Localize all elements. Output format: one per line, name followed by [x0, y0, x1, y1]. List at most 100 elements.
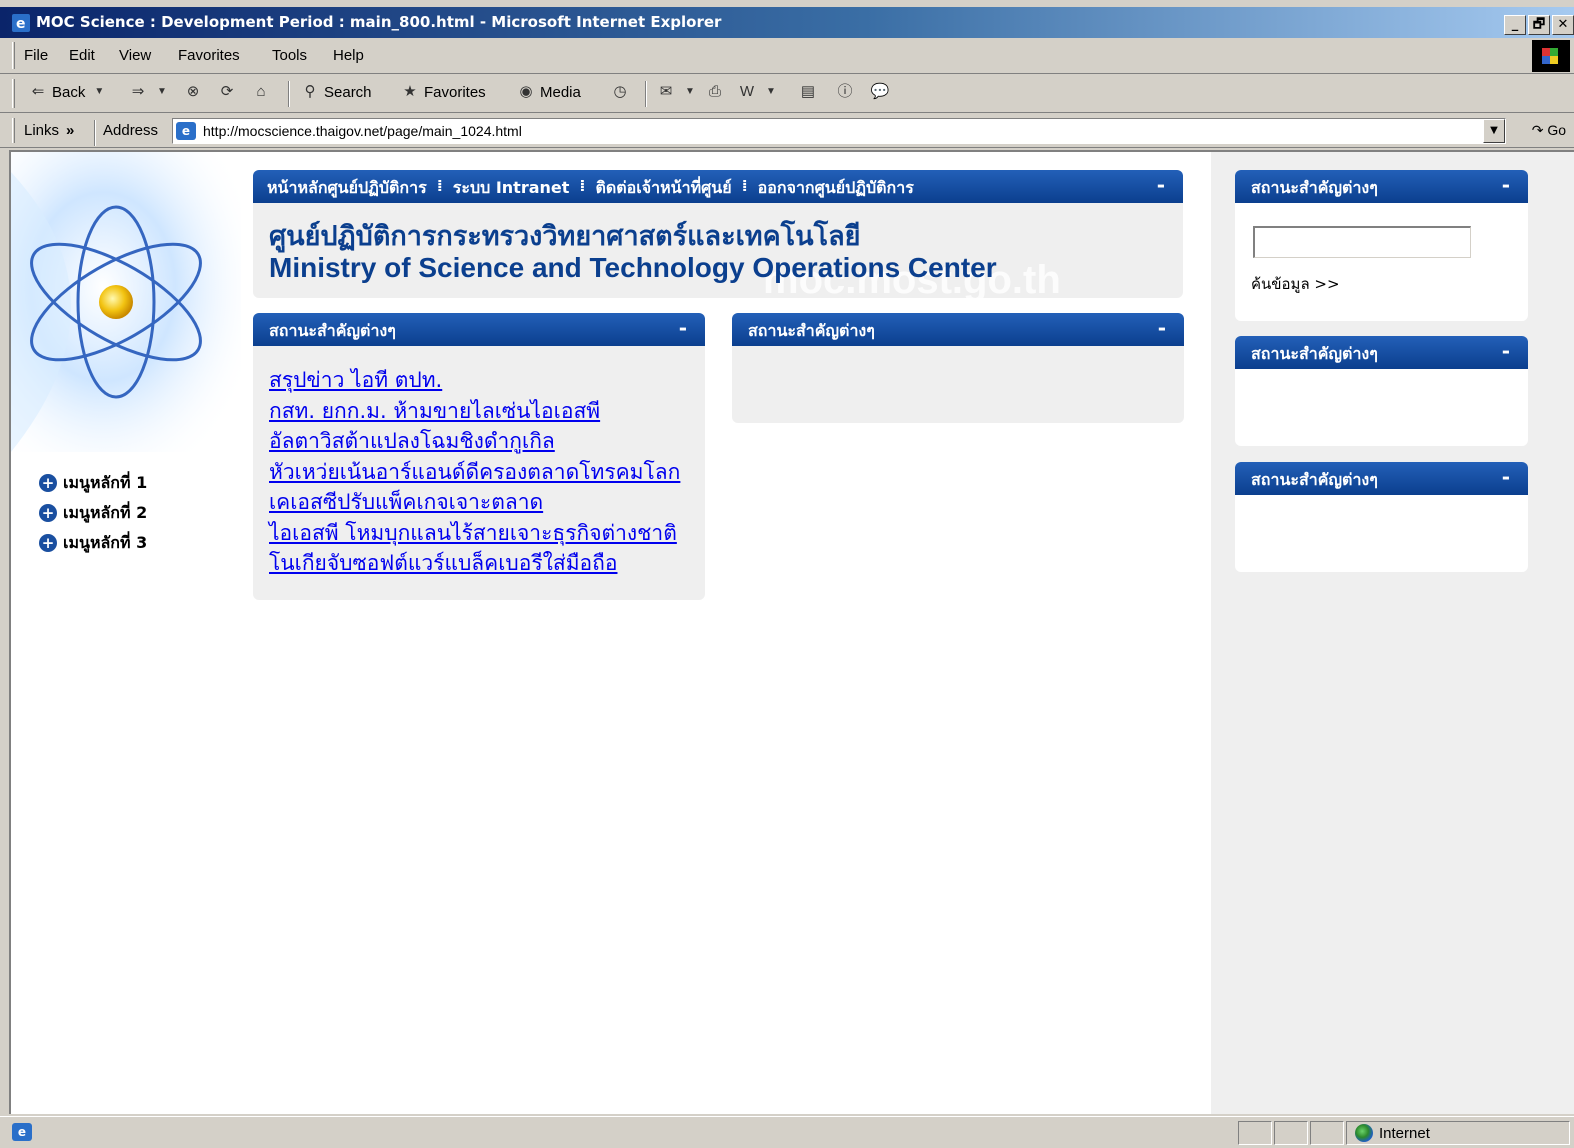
left-menu-item-2[interactable]: + เมนูหลักที่ 2	[39, 498, 147, 528]
status-cell	[1238, 1121, 1272, 1145]
news-link[interactable]: เคเอสซีปรับแพ็คเกจเจาะตลาด	[269, 487, 680, 518]
ie-logo-icon: e	[12, 14, 30, 32]
favorites-label: Favorites	[424, 83, 486, 101]
print-button[interactable]: ⎙	[705, 82, 725, 102]
news-link[interactable]: สรุปข่าว ไอที ตปท.	[269, 365, 680, 396]
nav-logout-link[interactable]: ออกจากศูนย์ปฏิบัติการ	[758, 176, 914, 201]
status-panel-title: สถานะสำคัญต่างๆ	[748, 321, 875, 340]
left-menu: + เมนูหลักที่ 1 + เมนูหลักที่ 2 + เมนูหล…	[39, 468, 147, 558]
nav-divider: ⁞	[741, 176, 748, 195]
minimize-panel-button[interactable]: -	[1502, 465, 1510, 489]
svg-text:e: e	[16, 16, 26, 32]
links-chevron-icon[interactable]: »	[66, 122, 74, 139]
forward-arrow-icon: ⇒	[131, 83, 145, 100]
mail-button[interactable]: ✉ ▼	[656, 82, 700, 102]
media-button[interactable]: ◉ Media	[516, 82, 581, 102]
refresh-icon: ⟳	[220, 83, 234, 100]
minimize-panel-button[interactable]: -	[1502, 173, 1510, 197]
status-panel-center: สถานะสำคัญต่างๆ -	[732, 313, 1184, 423]
minimize-panel-button[interactable]: -	[1157, 173, 1165, 197]
left-menu-item-3[interactable]: + เมนูหลักที่ 3	[39, 528, 147, 558]
go-button[interactable]: ↷ Go	[1532, 122, 1566, 139]
discuss-button[interactable]: ▤	[798, 82, 818, 102]
top-nav-bar: หน้าหลักศูนย์ปฏิบัติการ ⁞ ระบบ Intranet …	[253, 170, 1183, 203]
back-button[interactable]: ⇐ Back ▼	[28, 82, 109, 102]
history-icon: ◷	[613, 83, 627, 100]
search-panel-title: สถานะสำคัญต่างๆ	[1251, 178, 1378, 197]
plus-icon: +	[39, 474, 57, 492]
title-bar: e MOC Science : Development Period : mai…	[0, 7, 1574, 38]
search-input[interactable]	[1253, 226, 1471, 258]
news-link[interactable]: ไอเอสพี โหมบุกแลนไร้สายเจาะธุรกิจต่างชาต…	[269, 518, 680, 549]
window-title: MOC Science : Development Period : main_…	[36, 13, 722, 31]
restore-button[interactable]: 🗗	[1528, 15, 1550, 35]
minimize-panel-button[interactable]: -	[1502, 339, 1510, 363]
left-menu-label: เมนูหลักที่ 3	[63, 532, 148, 552]
mail-icon: ✉	[659, 83, 673, 100]
media-label: Media	[540, 83, 581, 101]
nav-divider: ⁞	[579, 176, 586, 195]
history-button[interactable]: ◷	[610, 82, 630, 102]
printer-icon: ⎙	[708, 83, 721, 100]
ie-page-icon: e	[176, 122, 196, 140]
menu-help[interactable]: Help	[333, 47, 364, 64]
word-icon: W	[739, 83, 755, 100]
globe-icon	[1355, 1124, 1373, 1142]
header-panel: หน้าหลักศูนย์ปฏิบัติการ ⁞ ระบบ Intranet …	[253, 170, 1183, 302]
chevron-down-icon: ▼	[157, 86, 167, 97]
news-panel-title: สถานะสำคัญต่างๆ	[269, 321, 396, 340]
menu-tools[interactable]: Tools	[272, 47, 307, 64]
status-panel-title: สถานะสำคัญต่างๆ	[1251, 470, 1378, 489]
status-cell	[1274, 1121, 1308, 1145]
close-button[interactable]: ✕	[1552, 15, 1574, 35]
address-bar: Links » Address e http://mocscience.thai…	[0, 114, 1574, 148]
address-label: Address	[103, 122, 159, 139]
stop-icon: ⊗	[186, 83, 200, 100]
refresh-button[interactable]: ⟳	[217, 82, 237, 102]
news-link[interactable]: อัลตาวิสต้าแปลงโฉมชิงดำกูเกิล	[269, 426, 680, 457]
search-link[interactable]: ค้นข้อมูล >>	[1251, 272, 1340, 296]
minimize-panel-button[interactable]: -	[679, 316, 687, 340]
menu-file[interactable]: File	[24, 47, 48, 64]
chevron-down-icon[interactable]: ▼	[1483, 119, 1505, 143]
search-button[interactable]: ⚲ Search	[300, 82, 372, 102]
minimize-button[interactable]: _	[1504, 15, 1526, 35]
news-link[interactable]: หัวเหว่ยเน้นอาร์แอนด์ดีครองตลาดโทรคมโลก	[269, 457, 680, 488]
status-panel-right-2: สถานะสำคัญต่างๆ -	[1235, 462, 1528, 572]
status-panel-right-1: สถานะสำคัญต่างๆ -	[1235, 336, 1528, 446]
address-url[interactable]: http://mocscience.thaigov.net/page/main_…	[203, 123, 522, 139]
status-bar: e Internet	[0, 1116, 1574, 1148]
windows-logo-icon	[1532, 40, 1570, 72]
nav-contact-link[interactable]: ติดต่อเจ้าหน้าที่ศูนย์	[595, 176, 731, 201]
stop-button[interactable]: ⊗	[183, 82, 203, 102]
forward-button[interactable]: ⇒ ▼	[128, 82, 172, 102]
news-link[interactable]: โนเกียจับซอฟต์แวร์แบล็คเบอรีใส่มือถือ	[269, 548, 680, 579]
page-title-english: Ministry of Science and Technology Opera…	[269, 252, 997, 283]
news-link[interactable]: กสท. ยกก.ม. ห้ามขายไลเซ่นไอเอสพี	[269, 396, 680, 427]
news-panel: สถานะสำคัญต่างๆ - สรุปข่าว ไอที ตปท. กสท…	[253, 313, 705, 600]
atom-logo	[11, 152, 241, 452]
back-arrow-icon: ⇐	[31, 83, 45, 100]
chevron-down-icon: ▼	[685, 86, 695, 97]
favorites-button[interactable]: ★ Favorites	[400, 82, 486, 102]
magnifier-icon: ⚲	[304, 83, 316, 100]
minimize-panel-button[interactable]: -	[1158, 316, 1166, 340]
nav-intranet-link[interactable]: ระบบ Intranet	[453, 176, 570, 201]
home-button[interactable]: ⌂	[251, 82, 271, 102]
menu-edit[interactable]: Edit	[69, 47, 95, 64]
search-label: Search	[324, 83, 372, 101]
left-menu-label: เมนูหลักที่ 2	[63, 502, 148, 522]
messenger-button[interactable]: 💬	[870, 82, 890, 102]
left-menu-item-1[interactable]: + เมนูหลักที่ 1	[39, 468, 147, 498]
edit-button[interactable]: W ▼	[737, 82, 781, 102]
nav-home-link[interactable]: หน้าหลักศูนย์ปฏิบัติการ	[267, 176, 427, 201]
address-input[interactable]: e http://mocscience.thaigov.net/page/mai…	[172, 118, 1506, 144]
links-label[interactable]: Links	[24, 122, 59, 139]
menu-view[interactable]: View	[119, 47, 151, 64]
left-menu-label: เมนูหลักที่ 1	[63, 472, 148, 492]
news-list: สรุปข่าว ไอที ตปท. กสท. ยกก.ม. ห้ามขายไล…	[269, 365, 680, 579]
chat-bubble-icon: 💬	[870, 83, 890, 100]
menu-favorites[interactable]: Favorites	[178, 47, 240, 64]
info-button[interactable]: ⓘ	[835, 82, 855, 102]
page-title-thai: ศูนย์ปฏิบัติการกระทรวงวิทยาศาสตร์และเทคโ…	[269, 221, 861, 252]
